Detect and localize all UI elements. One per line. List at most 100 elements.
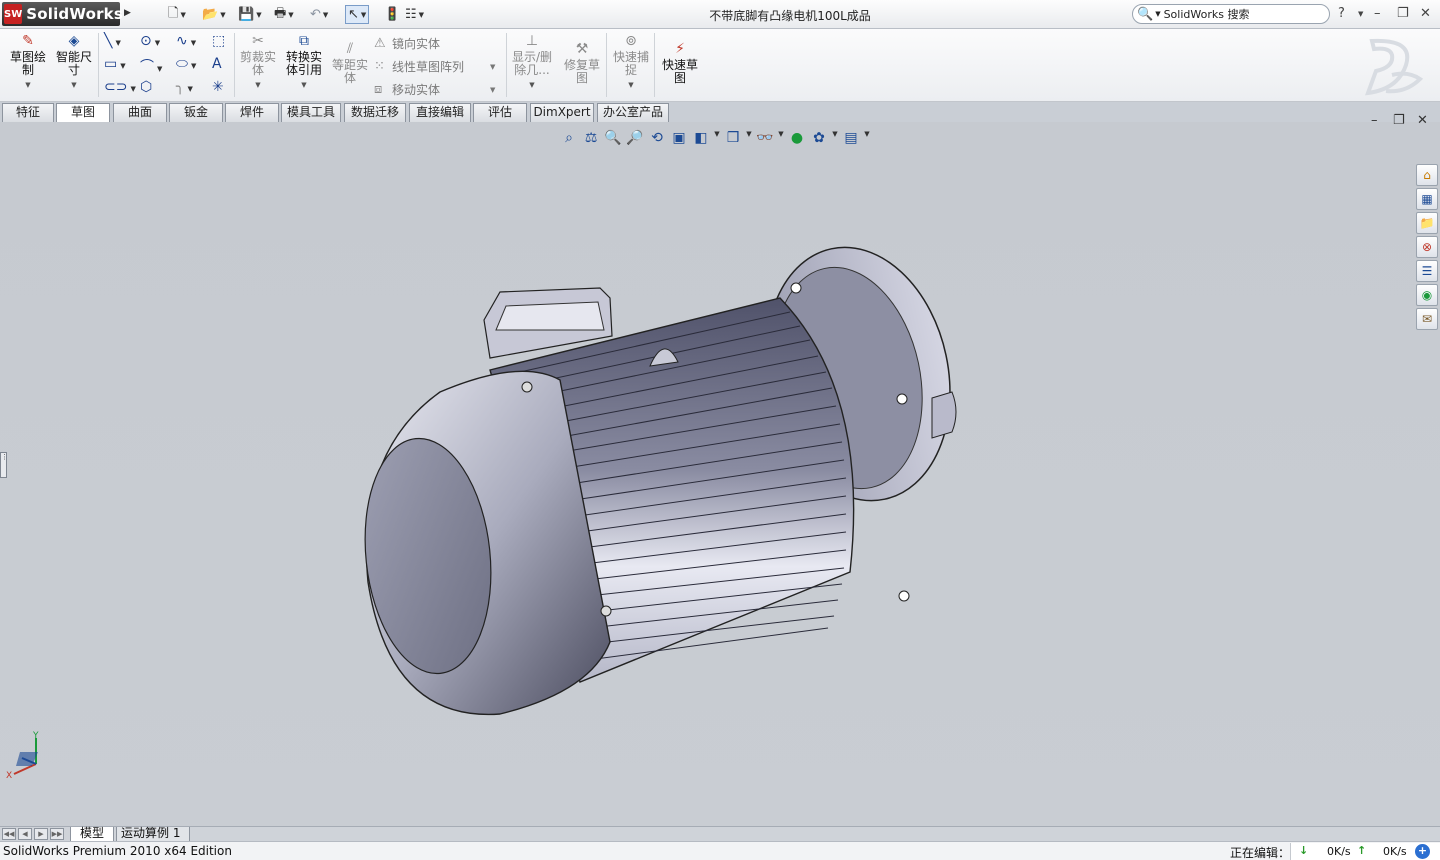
search-icon[interactable]: 🔍 (1137, 7, 1153, 22)
editing-status: 正在编辑： (1230, 846, 1291, 860)
tab-weldments[interactable]: 焊件 (225, 103, 279, 122)
close-button[interactable]: ✕ (1420, 6, 1431, 21)
arc-button[interactable]: ⌒ ▼ (140, 56, 162, 76)
first-tab-icon[interactable]: ◀◀ (2, 828, 16, 840)
file-explorer-icon[interactable]: 📁 (1416, 212, 1438, 234)
repair-sketch-button[interactable]: ⚒ 修复草 图 (560, 41, 604, 85)
chevron-down-icon[interactable]: ▼ (187, 85, 192, 93)
chevron-down-icon[interactable]: ▼ (191, 62, 196, 70)
select-button[interactable]: ↖ ▼ (345, 5, 370, 24)
tab-evaluate[interactable]: 评估 (473, 103, 527, 122)
chevron-down-icon[interactable]: ▼ (191, 39, 196, 47)
spline-button[interactable]: ∿ ▼ (176, 33, 196, 49)
solidworks-logo[interactable]: SW SolidWorks (2, 2, 123, 26)
solidworks-resources-icon[interactable]: ⌂ (1416, 164, 1438, 186)
repair-label: 修复草 图 (563, 58, 600, 85)
line-icon: ╲ (104, 33, 113, 49)
graphics-area[interactable]: – ❐ ✕ ⌕ ⚖ 🔍 🔎 ⟲ ▣ ◧ ▼ ❒ ▼ 👓 ▼ ● ✿ ▼ ▤ ▼ ⌂ ▦ 📁… (0, 113, 1440, 826)
chevron-down-icon[interactable]: ▼ (180, 11, 185, 19)
product-edition: SolidWorks Premium 2010 x64 Edition (3, 844, 232, 858)
design-library-icon[interactable]: ▦ (1416, 188, 1438, 210)
rectangle-button[interactable]: ▭ ▼ (104, 56, 126, 72)
search-results-icon[interactable]: ⊗ (1416, 236, 1438, 258)
ellipse-button[interactable]: ⬭ ▼ (176, 56, 196, 72)
motor-3d-model[interactable] (0, 122, 1410, 826)
chevron-down-icon[interactable]: ▼ (236, 79, 280, 92)
rebuild-button[interactable]: 🚦 (384, 5, 400, 24)
chevron-down-icon[interactable]: ▼ (288, 11, 293, 19)
tab-features[interactable]: 特征 (2, 103, 54, 122)
sketch-button[interactable]: ✎ 草图绘 制 ▼ (6, 33, 50, 92)
mirror-entities-button[interactable]: ⚠ 镜向实体 (374, 35, 440, 52)
tab-sketch[interactable]: 草图 (56, 103, 110, 123)
chevron-down-icon[interactable]: ▼ (52, 79, 96, 92)
tab-data-migration[interactable]: 数据迁移 (344, 103, 406, 122)
app-name: SolidWorks (26, 5, 123, 23)
undo-button[interactable]: ↶ ▼ (310, 5, 328, 24)
point-button[interactable]: ✳ (212, 79, 224, 95)
tab-model[interactable]: 模型 (70, 827, 114, 842)
chevron-down-icon[interactable]: ▼ (155, 39, 160, 47)
tab-direct-editing[interactable]: 直接编辑 (409, 103, 471, 122)
circle-button[interactable]: ⊙ ▼ (140, 33, 160, 49)
search-input[interactable]: 🔍 ▼ SolidWorks 搜索 (1132, 4, 1330, 24)
smart-dimension-button[interactable]: ◈ 智能尺 寸 ▼ (52, 33, 96, 92)
chevron-down-icon[interactable]: ▼ (510, 79, 554, 92)
tab-sheet-metal[interactable]: 钣金 (169, 103, 223, 122)
chevron-down-icon[interactable]: ▼ (256, 11, 261, 19)
line-button[interactable]: ╲ ▼ (104, 33, 121, 49)
tab-motion-study[interactable]: 运动算例 1 (116, 827, 190, 842)
quick-snaps-button[interactable]: ⊚ 快速捕 捉 ▼ (609, 33, 653, 92)
chevron-down-icon[interactable]: ▼ (419, 11, 424, 19)
next-tab-icon[interactable]: ▶ (34, 828, 48, 840)
tab-mold-tools[interactable]: 模具工具 (281, 103, 341, 122)
chevron-down-icon[interactable]: ▼ (490, 86, 495, 94)
minimize-button[interactable]: – (1374, 6, 1381, 21)
pattern-icon: ⁙ (374, 59, 385, 74)
options-button[interactable]: ☷ ▼ (405, 5, 424, 24)
appearances-scenes-icon[interactable]: ◉ (1416, 284, 1438, 306)
trim-entities-button[interactable]: ✂ 剪裁实 体 ▼ (236, 33, 280, 92)
custom-properties-icon[interactable]: ✉ (1416, 308, 1438, 330)
chevron-down-icon[interactable]: ▼ (130, 85, 135, 93)
construction-geometry-button[interactable]: ⬚ (212, 33, 225, 49)
slot-button[interactable]: ⊂⊃ ▼ (104, 79, 136, 95)
convert-entities-button[interactable]: ⧉ 转换实 体引用 ▼ (282, 33, 326, 92)
tab-office-products[interactable]: 办公室产品 (597, 103, 669, 122)
chevron-down-icon[interactable]: ▼ (323, 11, 328, 19)
menu-expand-icon[interactable]: ▶ (124, 8, 131, 18)
chevron-down-icon[interactable]: ▼ (115, 39, 120, 47)
tab-dimxpert[interactable]: DimXpert (530, 103, 594, 122)
text-button[interactable]: A (212, 56, 222, 72)
prev-tab-icon[interactable]: ◀ (18, 828, 32, 840)
chevron-down-icon[interactable]: ▼ (120, 62, 125, 70)
chevron-down-icon[interactable]: ▼ (609, 79, 653, 92)
new-document-button[interactable]: 🗋 ▼ (168, 5, 186, 24)
chevron-down-icon[interactable]: ▼ (1155, 10, 1160, 18)
command-manager: ✎ 草图绘 制 ▼ ◈ 智能尺 寸 ▼ ╲ ▼ ⊙ ▼ ∿ ▼ ⬚ ▭ ▼ ⌒ ▼ ⬭ ▼ … (0, 29, 1440, 102)
polygon-button[interactable]: ⬡ (140, 79, 152, 95)
chevron-down-icon[interactable]: ▼ (220, 11, 225, 19)
chevron-down-icon[interactable]: ▼ (6, 79, 50, 92)
restore-button[interactable]: ❐ (1397, 6, 1409, 21)
help-dropdown-icon[interactable]: ▼ (1358, 10, 1363, 18)
rapid-sketch-button[interactable]: ⚡ 快速草 图 (658, 41, 702, 85)
offset-entities-button[interactable]: ⫽ 等距实 体 (328, 41, 372, 85)
display-delete-relations-button[interactable]: ⊥ 显示/删 除几... ▼ (510, 33, 554, 92)
view-palette-icon[interactable]: ☰ (1416, 260, 1438, 282)
chevron-down-icon[interactable]: ▼ (157, 65, 162, 73)
fillet-button[interactable]: ╮ ▼ (176, 79, 193, 95)
save-button[interactable]: 💾 ▼ (238, 5, 262, 24)
move-entities-button[interactable]: ⧈ 移动实体 ▼ (374, 81, 495, 98)
open-document-button[interactable]: 📂 ▼ (202, 5, 226, 24)
plus-icon[interactable]: + (1415, 844, 1430, 859)
tab-surfaces[interactable]: 曲面 (113, 103, 167, 122)
linear-pattern-button[interactable]: ⁙ 线性草图阵列 ▼ (374, 58, 495, 75)
chevron-down-icon[interactable]: ▼ (361, 11, 366, 19)
chevron-down-icon[interactable]: ▼ (282, 79, 326, 92)
viewport-close-button[interactable]: ✕ (1417, 113, 1428, 128)
print-button[interactable]: 🖶 ▼ (274, 5, 294, 24)
chevron-down-icon[interactable]: ▼ (490, 63, 495, 71)
last-tab-icon[interactable]: ▶▶ (50, 828, 64, 840)
help-button[interactable]: ? (1338, 6, 1345, 21)
